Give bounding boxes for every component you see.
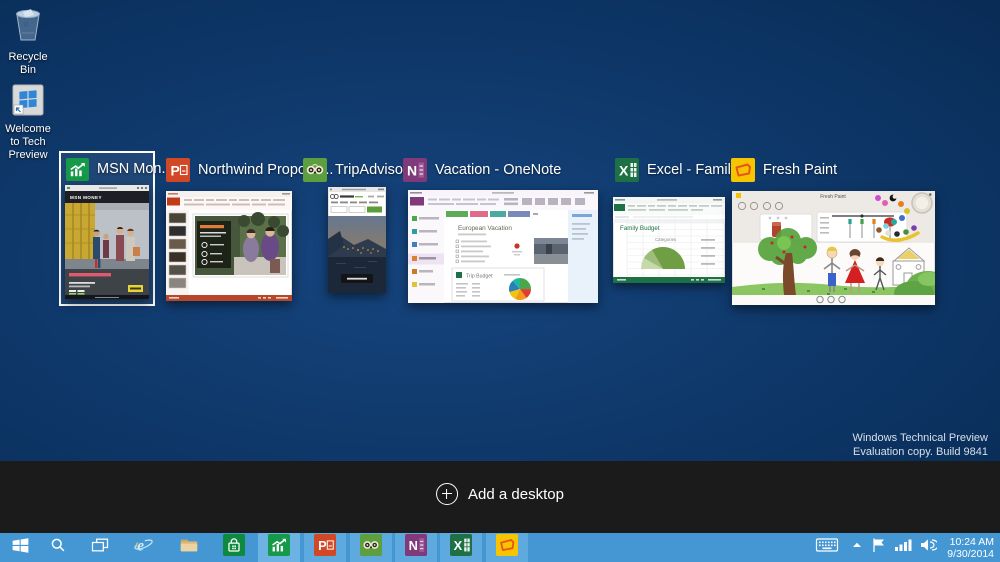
windows-logo-icon	[10, 535, 31, 561]
window-thumbnail-onenote[interactable]: European Vacation Trip Budget	[407, 189, 599, 304]
welcome-windows-icon	[12, 84, 44, 120]
excel-sheet-title-text: Family Budget	[620, 225, 660, 232]
welcome-shortcut[interactable]: Welcome to Tech Preview	[0, 84, 56, 162]
svg-text:P: P	[171, 163, 180, 179]
window-tile-msn-money[interactable]: MSN Mon... MSN MONEY	[59, 151, 174, 306]
svg-text:e: e	[137, 538, 144, 555]
window-thumbnail-fresh-paint[interactable]: Fresh Paint	[731, 190, 950, 306]
tile-header-msn-money: MSN Mon...	[66, 156, 174, 182]
watermark: Windows Technical Preview Evaluation cop…	[852, 431, 988, 459]
msn-money-icon	[66, 157, 89, 181]
task-view-icon	[90, 535, 110, 560]
add-desktop-button[interactable]: Add a desktop	[436, 483, 564, 505]
window-thumbnail-powerpoint[interactable]	[165, 190, 293, 302]
onenote-budget-title-text: Trip Budget	[466, 274, 493, 280]
internet-explorer-button[interactable]: e	[123, 533, 165, 562]
store-button[interactable]	[213, 533, 255, 562]
tile-title-msn-money: MSN Mon...	[97, 161, 174, 177]
window-tile-fresh-paint[interactable]: Fresh Paint	[731, 157, 837, 183]
watermark-line2: Evaluation copy. Build 9841	[853, 446, 988, 458]
welcome-shortcut-label: Welcome to Tech Preview	[5, 123, 51, 161]
task-view-screen: Recycle Bin Welcome to Tech Preview MSN …	[0, 0, 1000, 562]
folder-icon	[178, 534, 200, 561]
taskbar-fresh-paint-button[interactable]	[486, 533, 528, 562]
chevron-up-icon	[850, 538, 864, 557]
recycle-bin-shortcut[interactable]: Recycle Bin	[0, 6, 56, 77]
network-button[interactable]	[892, 533, 914, 562]
clock-time: 10:24 AM	[949, 535, 994, 548]
powerpoint-icon: P	[166, 158, 190, 182]
clock[interactable]: 10:24 AM 9/30/2014	[938, 533, 1000, 562]
excel-chart-label-text: Categories	[655, 237, 677, 242]
show-hidden-icons-button[interactable]	[846, 533, 868, 562]
taskbar: e P N X 10:24 AM 9/30/2014	[0, 533, 1000, 562]
speaker-icon	[919, 537, 939, 558]
watermark-line1: Windows Technical Preview	[852, 432, 988, 444]
add-desktop-label: Add a desktop	[468, 485, 564, 503]
fresh-paint-icon	[496, 534, 518, 561]
window-tile-excel[interactable]: X Excel - Family...	[615, 157, 749, 183]
search-button[interactable]	[38, 533, 78, 562]
volume-button[interactable]	[916, 533, 940, 562]
taskbar-onenote-button[interactable]: N	[395, 533, 437, 562]
svg-text:X: X	[619, 163, 629, 179]
msn-money-icon	[268, 534, 290, 561]
clock-date: 9/30/2014	[947, 547, 994, 560]
recycle-bin-label: Recycle Bin	[8, 51, 48, 76]
svg-text:N: N	[407, 163, 417, 179]
powerpoint-icon: P	[314, 534, 336, 561]
taskbar-powerpoint-button[interactable]: P	[304, 533, 346, 562]
recycle-bin-icon	[10, 9, 46, 48]
plus-icon	[436, 483, 459, 505]
window-thumbnail-excel[interactable]: Family Budget Categories	[612, 196, 726, 284]
excel-icon: X	[450, 534, 472, 561]
fresh-paint-icon	[731, 158, 755, 182]
search-icon	[48, 535, 68, 560]
svg-text:X: X	[454, 538, 463, 553]
tile-title-fresh-paint: Fresh Paint	[763, 162, 838, 178]
msn-money-header-text: MSN MONEY	[70, 195, 102, 200]
taskbar-excel-button[interactable]: X	[440, 533, 482, 562]
onenote-page-title-text: European Vacation	[458, 225, 512, 232]
taskbar-msn-money-button[interactable]	[258, 533, 300, 562]
tripadvisor-icon	[303, 158, 327, 182]
window-tile-onenote[interactable]: N Vacation - OneNote	[403, 157, 561, 183]
window-thumbnail-tripadvisor[interactable]	[327, 186, 387, 294]
store-icon	[223, 534, 245, 561]
svg-text:P: P	[318, 538, 327, 553]
task-view-button[interactable]	[80, 533, 120, 562]
taskbar-tripadvisor-button[interactable]	[350, 533, 392, 562]
tripadvisor-icon	[360, 534, 382, 561]
excel-icon: X	[615, 158, 639, 182]
fresh-paint-window-title-text: Fresh Paint	[820, 194, 846, 200]
tile-title-onenote: Vacation - OneNote	[435, 162, 562, 178]
flag-icon	[871, 536, 887, 559]
onenote-icon: N	[405, 534, 427, 561]
svg-text:N: N	[409, 538, 418, 553]
start-button[interactable]	[0, 533, 40, 562]
network-icon	[894, 537, 912, 558]
onenote-icon: N	[403, 158, 427, 182]
window-tile-tripadvisor[interactable]: TripAdvisor...	[303, 157, 419, 183]
file-explorer-button[interactable]	[168, 533, 210, 562]
internet-explorer-icon: e	[133, 534, 155, 561]
keyboard-icon	[815, 535, 839, 560]
action-center-button[interactable]	[868, 533, 890, 562]
touch-keyboard-button[interactable]	[810, 533, 844, 562]
window-thumbnail-msn-money[interactable]: MSN MONEY	[65, 185, 149, 299]
